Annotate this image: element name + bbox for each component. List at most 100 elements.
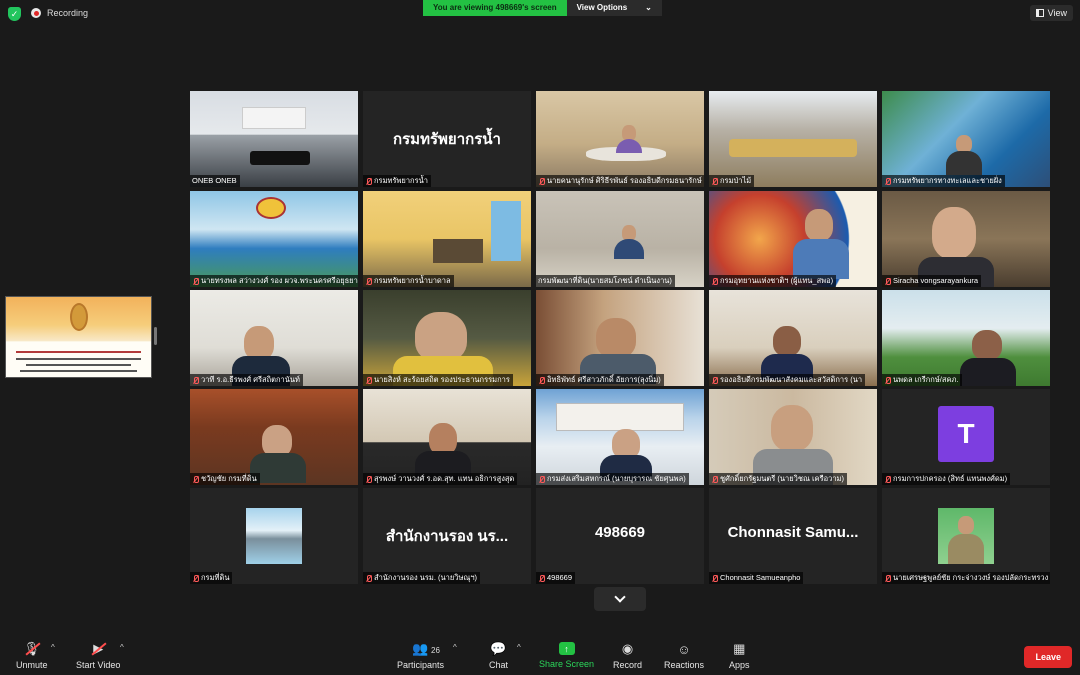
participant-tile[interactable]: 498669 498669 [536, 488, 704, 584]
view-options-label: View Options [576, 3, 628, 12]
participant-body [948, 534, 984, 564]
participant-tile[interactable]: รองอธิบดีกรมพัฒนาสังคมและสวัสดิการ (นา [709, 290, 877, 386]
slide-text-line [26, 364, 131, 366]
participant-face [415, 312, 467, 362]
participant-tile[interactable]: กรมที่ดิน [190, 488, 358, 584]
participant-tile[interactable]: สุรพงษ์ วานวงศ์ ร.อด.สุท. แทน อธิการสูงส… [363, 389, 531, 485]
participant-name: กรมทรัพยากรน้ำ [363, 175, 431, 187]
gallery-grid: ONEB ONEB กรมทรัพยากรน้ำ กรมทรัพยากรน้ำ … [190, 91, 1051, 584]
participant-tile[interactable]: ชูศักดิ์ยกรัฐมนตรี (นายวิชณ เครือวาม) [709, 389, 877, 485]
participant-display-name: 498669 [594, 524, 646, 541]
participant-tile[interactable]: นายเศรษฐพูลย์ชัย กระจ่างวงษ์ รองปลัดกระท… [882, 488, 1050, 584]
muted-mic-icon [711, 574, 718, 583]
reactions-button[interactable]: ☺ Reactions [664, 641, 705, 671]
video-options-caret-icon[interactable]: ^ [120, 643, 124, 652]
participant-tile[interactable]: นายคนานุรักษ์ ศิริธีรพันธ์ รองอธิบดีกรมธ… [536, 91, 704, 187]
participant-name: กรมป่าไม้ [709, 175, 755, 187]
participant-tile[interactable]: อิทธิพัทธ์ ศรีสาวภักดิ์ อัยการ(ลุงนิ่ม) [536, 290, 704, 386]
start-video-label: Start Video [76, 660, 121, 670]
slide-text-line [16, 358, 141, 360]
participant-body [960, 358, 1016, 386]
participant-face [805, 209, 833, 241]
shared-screen-thumbnail[interactable] [5, 296, 152, 378]
participant-tile[interactable]: ชวัญชัย กรมที่ดิน [190, 389, 358, 485]
unmute-button[interactable]: 🎙 Unmute [16, 641, 48, 670]
recording-indicator[interactable]: Recording [31, 8, 88, 18]
view-label: View [1047, 8, 1067, 18]
chat-button[interactable]: 💬 Chat [489, 641, 509, 670]
participant-name: Chonnasit Samueanpho [709, 572, 804, 584]
muted-mic-icon [884, 376, 891, 385]
profile-picture [246, 508, 302, 564]
participant-name: วาที ร.อ.ธีรพงศ์ ศรีสถิตกานันท์ [190, 374, 303, 386]
muted-mic-icon [192, 574, 199, 583]
share-screen-button[interactable]: ↑ Share Screen [539, 642, 594, 669]
meeting-toolbar: 🎙 Unmute ^ ▶ Start Video ^ 👥 Participant… [0, 634, 1080, 675]
participant-tile[interactable]: กรมทรัพยากรน้ำบาดาล [363, 191, 531, 287]
participant-tile[interactable]: Siracha vongsarayankura [882, 191, 1050, 287]
participant-name: กรมอุทยานแห่งชาติฯ (ผู้แทน_สพอ) [709, 275, 837, 287]
microphone-icon: 🎙 [23, 641, 40, 656]
participants-icon: 👥 [412, 641, 429, 656]
participant-name: นายคนานุรักษ์ ศิริธีรพันธ์ รองอธิบดีกรมธ… [536, 175, 704, 187]
chevron-down-icon [614, 591, 626, 603]
panel-resize-handle[interactable] [154, 327, 157, 345]
participants-caret-icon[interactable]: ^ [453, 643, 457, 652]
chat-caret-icon[interactable]: ^ [517, 643, 521, 652]
record-button[interactable]: ◉ Record [613, 641, 642, 670]
participant-tile[interactable]: นายทรงพล สว่างวงศ์ รอง ผวจ.พระนครศรีอยุธ… [190, 191, 358, 287]
muted-mic-icon [711, 277, 718, 286]
view-options-button[interactable]: View Options ⌄ [566, 0, 662, 16]
participant-tile[interactable]: กรมทรัพยากรทางทะเลและชายฝั่ง [882, 91, 1050, 187]
participant-tile[interactable]: กรมทรัพยากรน้ำ กรมทรัพยากรน้ำ [363, 91, 531, 187]
slide-text-line [20, 370, 137, 372]
video-feed [536, 191, 704, 287]
window [491, 201, 521, 261]
participant-face [972, 330, 1002, 360]
muted-mic-icon [365, 177, 372, 186]
muted-mic-icon [192, 475, 199, 484]
chat-label: Chat [489, 660, 509, 670]
reactions-icon: ☺ [677, 641, 691, 657]
muted-mic-icon [538, 177, 545, 186]
security-shield-icon[interactable]: ✓ [8, 7, 21, 21]
participant-tile[interactable]: กรมส่งเสริมสหกรณ์ (นายบุรารณ ชัยศุนพล) [536, 389, 704, 485]
participant-tile[interactable]: กรมพัฒนาที่ดิน(นายสมโภชน์ ดำเนินงาน) [536, 191, 704, 287]
participant-tile[interactable]: สำนักงานรอง นร... สำนักงานรอง นรม. (นายว… [363, 488, 531, 584]
participant-name: กรมที่ดิน [190, 572, 233, 584]
participant-name: สุรพงษ์ วานวงศ์ ร.อด.สุท. แทน อธิการสูงส… [363, 473, 518, 485]
participant-tile[interactable]: นายสิงห์ สะร้อยสถิต รองประธานกรรมการ [363, 290, 531, 386]
start-video-button[interactable]: ▶ Start Video [76, 641, 121, 670]
participant-face [596, 318, 636, 358]
muted-mic-icon [192, 376, 199, 385]
video-feed [190, 91, 358, 187]
view-button[interactable]: View [1029, 5, 1073, 21]
participant-name: ชวัญชัย กรมที่ดิน [190, 473, 260, 485]
chevron-down-icon: ⌄ [645, 3, 652, 12]
wall-sign [242, 107, 306, 129]
muted-mic-icon [538, 574, 545, 583]
participant-name: นายทรงพล สว่างวงศ์ รอง ผวจ.พระนครศรีอยุธ… [190, 275, 358, 287]
reactions-label: Reactions [664, 660, 705, 670]
muted-mic-icon [365, 277, 372, 286]
muted-mic-icon [884, 177, 891, 186]
participant-face [932, 207, 976, 259]
audio-options-caret-icon[interactable]: ^ [51, 643, 55, 652]
participant-tile[interactable]: Chonnasit Samu... Chonnasit Samueanpho [709, 488, 877, 584]
participant-tile[interactable]: กรมป่าไม้ [709, 91, 877, 187]
muted-mic-icon [192, 277, 199, 286]
participant-tile[interactable]: กรมอุทยานแห่งชาติฯ (ผู้แทน_สพอ) [709, 191, 877, 287]
muted-mic-icon [711, 376, 718, 385]
participant-display-name: กรมทรัพยากรน้ำ [393, 131, 501, 148]
participant-tile[interactable]: นพดล เกรีกกษ์/สคภ. [882, 290, 1050, 386]
participant-display-name: Chonnasit Samu... [727, 524, 859, 541]
leave-button[interactable]: Leave [1024, 646, 1072, 668]
participant-tile[interactable]: T กรมการปกครอง (สิทธ์ แทนพงศ์ดม) [882, 389, 1050, 485]
participant-tile[interactable]: วาที ร.อ.ธีรพงศ์ ศรีสถิตกานันท์ [190, 290, 358, 386]
collapse-gallery-button[interactable] [594, 587, 646, 611]
chairs-row [729, 139, 857, 157]
participant-tile[interactable]: ONEB ONEB [190, 91, 358, 187]
participant-name: นายสิงห์ สะร้อยสถิต รองประธานกรรมการ [363, 374, 513, 386]
muted-mic-icon [711, 177, 718, 186]
apps-button[interactable]: ▦ Apps [729, 641, 750, 670]
